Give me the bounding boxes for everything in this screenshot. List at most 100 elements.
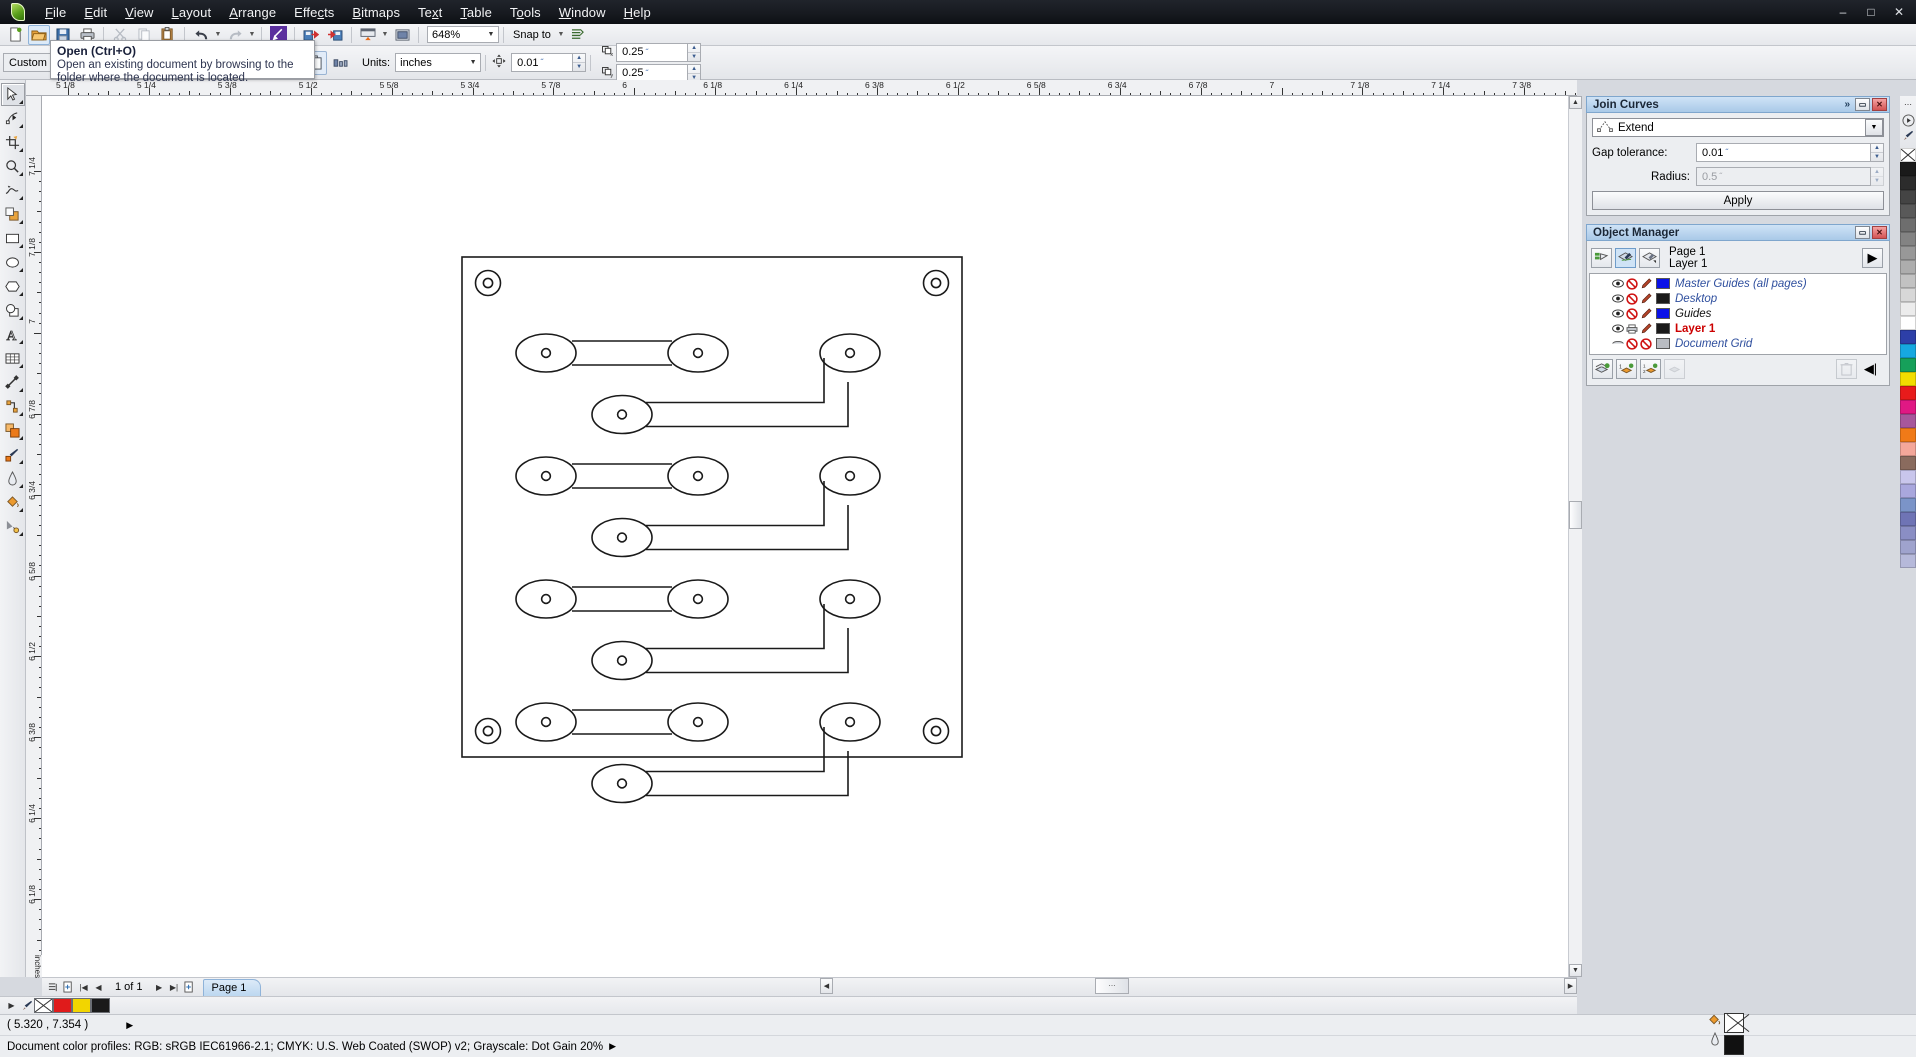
palette-swatch[interactable]: [1900, 498, 1916, 512]
palette-swatch[interactable]: [1900, 246, 1916, 260]
color-eyedropper-tool[interactable]: [1, 443, 25, 466]
palette-swatch[interactable]: [1900, 414, 1916, 428]
page-options-icon[interactable]: [46, 979, 61, 995]
blend-tool[interactable]: [1, 419, 25, 442]
palette-swatch[interactable]: [1900, 456, 1916, 470]
current-page-button[interactable]: [329, 51, 353, 75]
pencil-icon[interactable]: [1640, 278, 1652, 290]
last-page-button[interactable]: ▶|: [167, 979, 182, 995]
layer-row[interactable]: Desktop: [1590, 291, 1886, 306]
palette-swatch[interactable]: [1900, 190, 1916, 204]
no-print-icon[interactable]: [1626, 337, 1638, 350]
pen-nib-icon[interactable]: [1709, 1031, 1721, 1049]
palette-swatch[interactable]: [1900, 484, 1916, 498]
publish-dropdown-arrow-icon[interactable]: ▼: [380, 31, 390, 38]
chevron-double-right-icon[interactable]: »: [1844, 99, 1850, 110]
palette-eyedropper-icon[interactable]: [1900, 128, 1916, 144]
layer-manager-view-button[interactable]: [1639, 248, 1660, 268]
minimize-button[interactable]: –: [1830, 3, 1856, 21]
scroll-right-arrow-icon[interactable]: ▶: [1564, 978, 1577, 994]
gap-tolerance-input[interactable]: 0.01 ˝: [1696, 143, 1871, 162]
eye-closed-icon[interactable]: [1612, 338, 1624, 350]
freehand-tool[interactable]: [1, 179, 25, 202]
canvas-vertical-scrollbar[interactable]: ▲ ▼: [1568, 96, 1582, 977]
color-strip-scroll-icon[interactable]: ▶: [4, 998, 19, 1014]
interactive-fill-tool[interactable]: [1, 515, 25, 538]
chevron-down-icon[interactable]: ▼: [466, 55, 480, 70]
join-mode-combo[interactable]: Extend ▼: [1592, 118, 1884, 137]
scroll-down-arrow-icon[interactable]: ▼: [1569, 964, 1582, 977]
palette-swatch[interactable]: [1900, 540, 1916, 554]
application-launcher-button[interactable]: [391, 25, 413, 45]
ruler-unit-corner[interactable]: inches: [26, 955, 42, 978]
expand-arrow-icon[interactable]: ▶: [126, 1020, 133, 1031]
ellipse-tool[interactable]: [1, 251, 25, 274]
new-master-layer-odd-button[interactable]: 1: [1616, 359, 1637, 379]
menu-layout[interactable]: Layout: [163, 2, 221, 23]
palette-no-color-swatch[interactable]: [1900, 148, 1916, 162]
palette-swatch[interactable]: [1900, 316, 1916, 330]
eye-icon[interactable]: [1612, 293, 1624, 305]
palette-pick-icon[interactable]: [1900, 112, 1916, 128]
outline-color-indicator[interactable]: [1724, 1035, 1744, 1055]
menu-help[interactable]: Help: [615, 2, 660, 23]
rectangle-tool[interactable]: [1, 227, 25, 250]
object-manager-flyout-button[interactable]: ▶: [1862, 248, 1883, 268]
palette-swatch[interactable]: [1900, 512, 1916, 526]
palette-swatch[interactable]: [1900, 358, 1916, 372]
yellow-swatch[interactable]: [72, 998, 91, 1013]
layer-row[interactable]: Layer 1: [1590, 321, 1886, 336]
palette-swatch[interactable]: [1900, 204, 1916, 218]
next-page-button[interactable]: ▶: [152, 979, 167, 995]
layer-row[interactable]: Guides: [1590, 306, 1886, 321]
no-print-icon[interactable]: [1626, 277, 1638, 290]
menu-view[interactable]: View: [116, 2, 162, 23]
new-master-layer-even-button[interactable]: 12: [1640, 359, 1661, 379]
no-color-swatch[interactable]: [34, 998, 53, 1013]
scroll-up-arrow-icon[interactable]: ▲: [1569, 96, 1582, 109]
apply-button[interactable]: Apply: [1592, 191, 1884, 210]
palette-swatch[interactable]: [1900, 260, 1916, 274]
zoom-level-combo[interactable]: 648% ▼: [427, 26, 499, 43]
collapse-docker-button[interactable]: ◀|: [1860, 359, 1881, 379]
nudge-distance-input[interactable]: 0.01 ˝: [511, 53, 574, 72]
eye-icon[interactable]: [1612, 323, 1624, 335]
object-manager-minimize-button[interactable]: ▭: [1855, 226, 1870, 239]
palette-swatch[interactable]: [1900, 176, 1916, 190]
palette-swatch[interactable]: [1900, 372, 1916, 386]
palette-swatch[interactable]: [1900, 274, 1916, 288]
palette-swatch[interactable]: [1900, 400, 1916, 414]
palette-swatch[interactable]: [1900, 554, 1916, 568]
no-print-icon[interactable]: [1626, 292, 1638, 305]
horizontal-scroll-thumb[interactable]: ⋯: [1095, 978, 1129, 994]
pencil-icon[interactable]: [1640, 308, 1652, 320]
chevron-down-icon[interactable]: ▼: [484, 27, 498, 42]
color-palette[interactable]: [1900, 148, 1916, 568]
menu-tools[interactable]: Tools: [501, 2, 550, 23]
canvas-horizontal-scrollbar[interactable]: ◀ ⋯ ▶: [820, 977, 1577, 996]
chevron-down-icon[interactable]: ▼: [1865, 119, 1883, 136]
dimension-tool[interactable]: [1, 371, 25, 394]
menu-bitmaps[interactable]: Bitmaps: [343, 2, 409, 23]
close-button[interactable]: ✕: [1886, 3, 1912, 21]
pick-tool[interactable]: [0, 83, 25, 106]
maximize-button[interactable]: □: [1858, 3, 1884, 21]
show-object-properties-button[interactable]: [1591, 248, 1612, 268]
crop-tool[interactable]: [1, 131, 25, 154]
palette-swatch[interactable]: [1900, 344, 1916, 358]
palette-swatch[interactable]: [1900, 330, 1916, 344]
palette-swatch[interactable]: [1900, 288, 1916, 302]
menu-edit[interactable]: Edit: [75, 2, 116, 23]
layer-row[interactable]: Master Guides (all pages): [1590, 276, 1886, 291]
menu-arrange[interactable]: Arrange: [220, 2, 285, 23]
publish-pdf-button[interactable]: [357, 25, 379, 45]
shape-tool[interactable]: [1, 107, 25, 130]
palette-swatch[interactable]: [1900, 302, 1916, 316]
paint-bucket-icon[interactable]: [1707, 1013, 1722, 1030]
previous-page-button[interactable]: ◀: [91, 979, 106, 995]
options-button[interactable]: [567, 25, 589, 45]
add-page-after-button[interactable]: [182, 979, 197, 995]
edit-across-layers-button[interactable]: [1615, 248, 1636, 268]
layer-color-swatch[interactable]: [1656, 278, 1670, 289]
layer-color-swatch[interactable]: [1656, 308, 1670, 319]
